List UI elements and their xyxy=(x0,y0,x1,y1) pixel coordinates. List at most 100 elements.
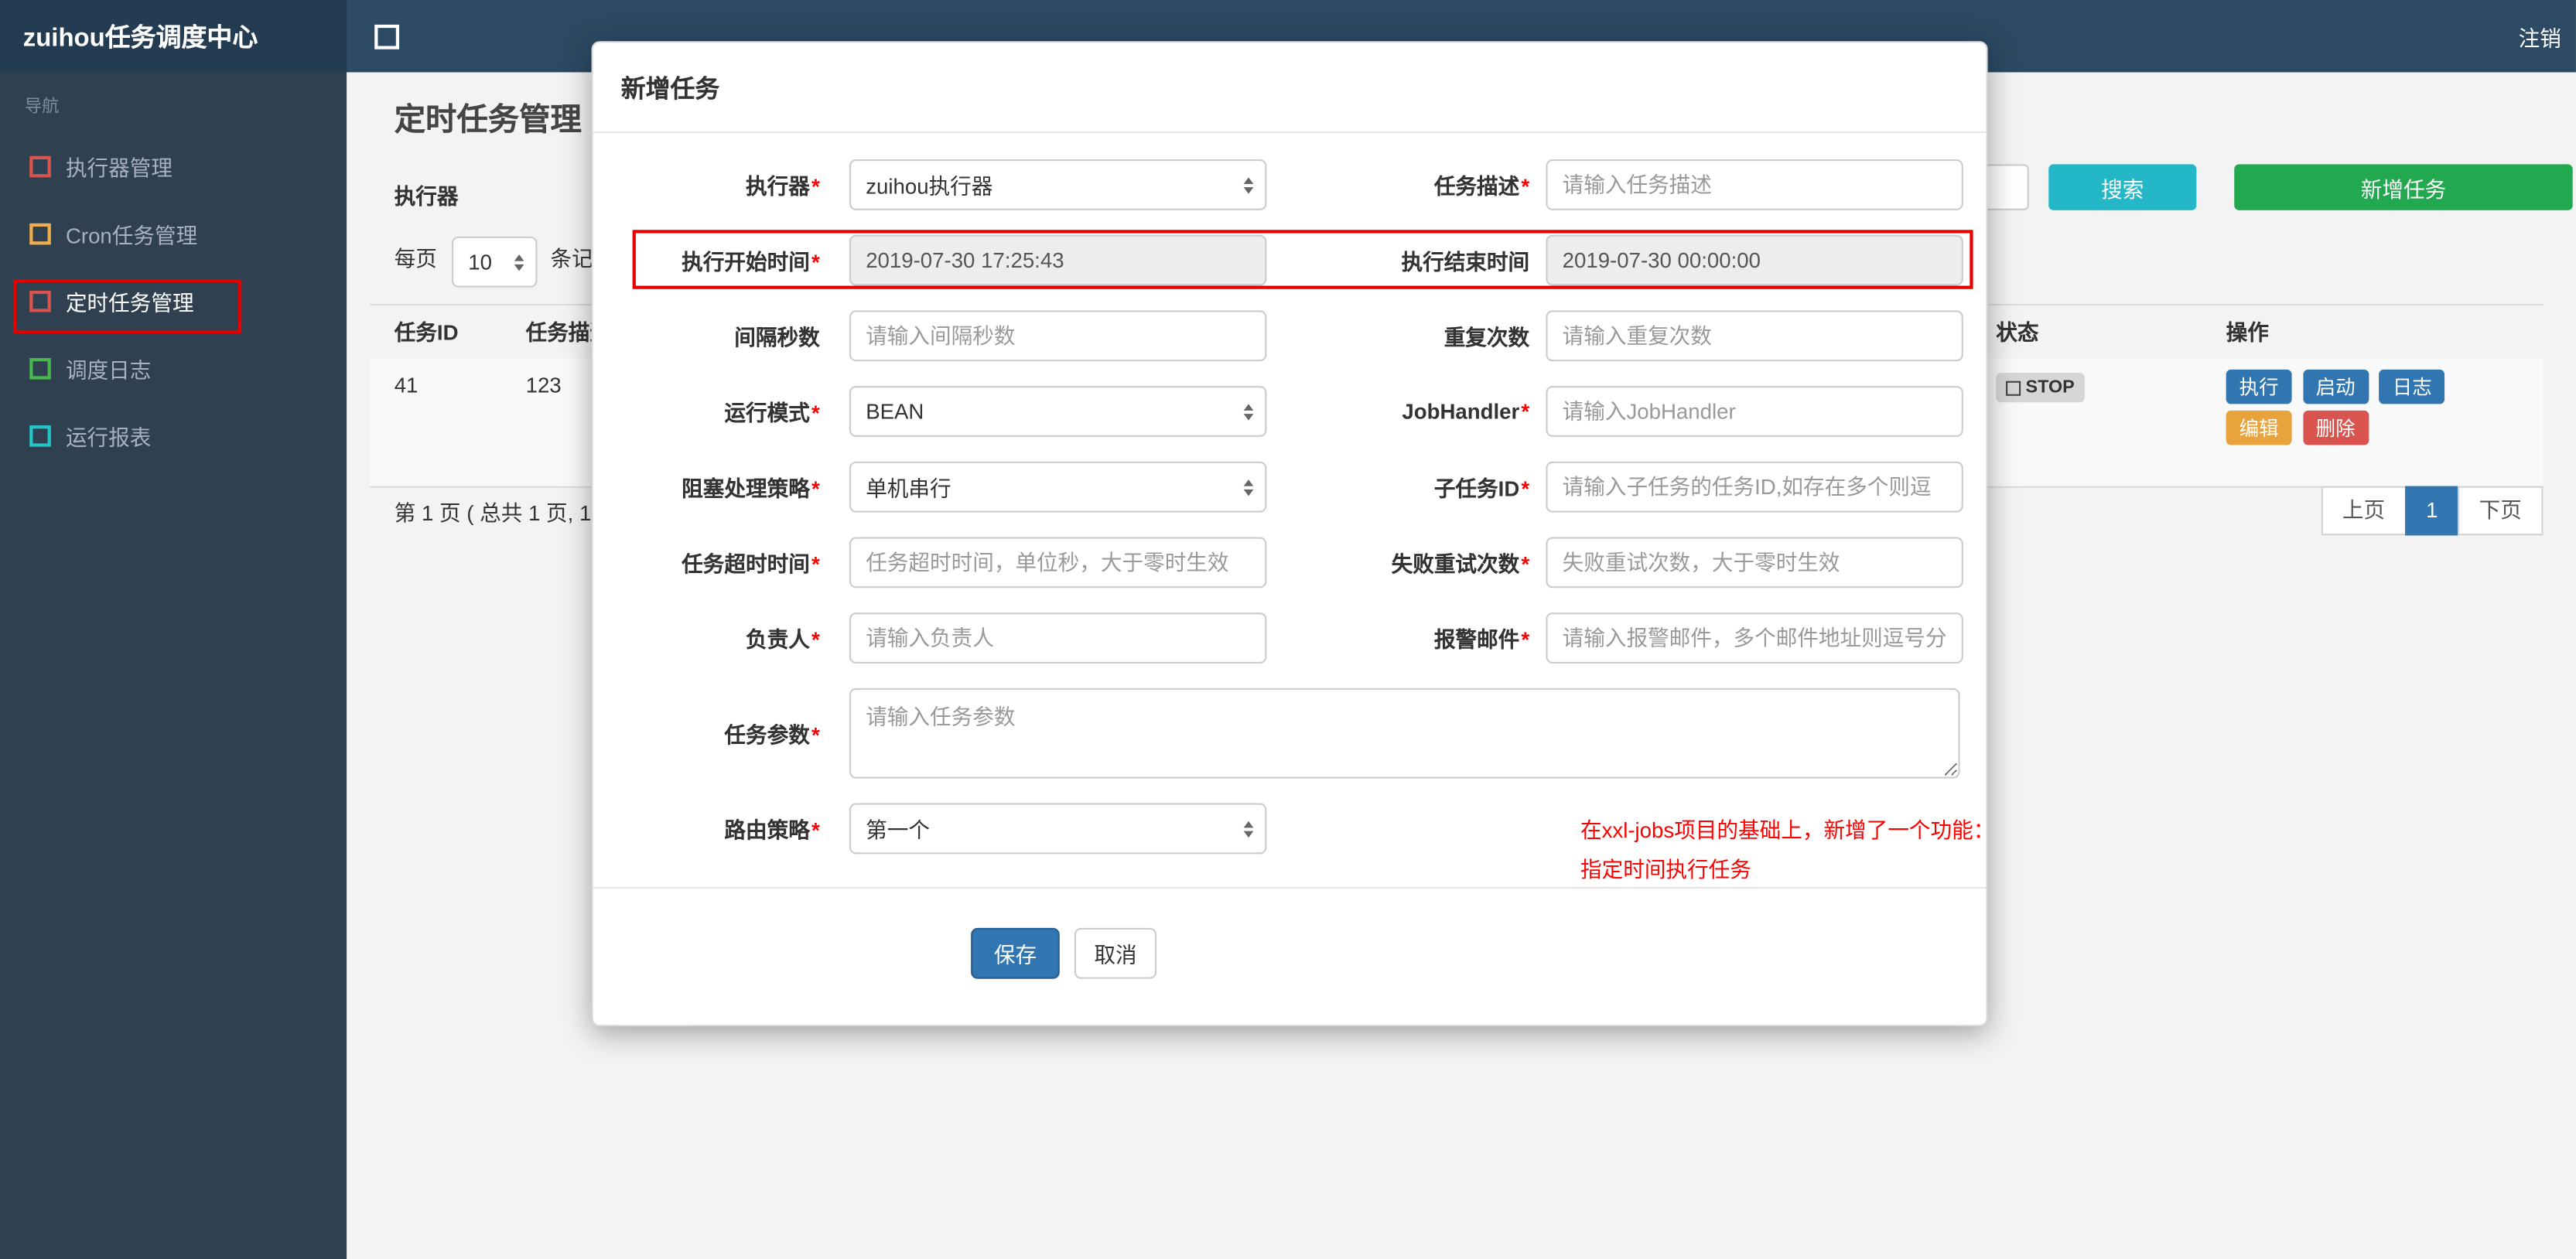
next-page-button[interactable]: 下页 xyxy=(2458,486,2544,536)
timeout-input[interactable] xyxy=(849,537,1267,589)
sidebar-nav: 执行器管理 Cron任务管理 定时任务管理 调度日志 运行报表 xyxy=(0,133,347,469)
alarm-email-input[interactable] xyxy=(1546,612,1963,664)
per-page-value: 10 xyxy=(468,249,492,275)
cancel-button[interactable]: 取消 xyxy=(1074,927,1157,979)
interval-label: 间隔秒数 xyxy=(734,325,820,350)
prev-page-button[interactable]: 上页 xyxy=(2321,486,2407,536)
feature-note-line2: 指定时间执行任务 xyxy=(1580,857,1751,882)
cell-job-id: 41 xyxy=(394,373,419,397)
alarm-email-label: 报警邮件 * xyxy=(1433,627,1530,653)
start-button[interactable]: 启动 xyxy=(2302,369,2369,404)
per-page-label: 每页 xyxy=(394,246,437,271)
execute-button[interactable]: 执行 xyxy=(2226,369,2292,404)
sidebar-item-label: 定时任务管理 xyxy=(65,290,194,316)
select-arrows-icon xyxy=(514,254,524,271)
save-button[interactable]: 保存 xyxy=(971,927,1060,979)
add-job-modal: 新增任务 执行器* zuihou执行器 任务描述* 执行开始时间* 执行结束时间 xyxy=(591,41,1994,1027)
form-row-executor-desc: 执行器 * zuihou执行器 任务描述 * xyxy=(620,159,1963,210)
job-handler-label: JobHandler * xyxy=(1402,399,1530,424)
repeat-count-input[interactable] xyxy=(1546,310,1963,362)
modal-body: 执行器* zuihou执行器 任务描述* 执行开始时间* 执行结束时间 间隔秒数… xyxy=(593,133,1994,882)
sidebar-item-label: 执行器管理 xyxy=(65,155,173,181)
select-arrows-icon xyxy=(1243,479,1254,496)
pagination-summary: 第 1 页 ( 总共 1 页, 1 xyxy=(394,500,592,526)
job-param-label: 任务参数 * xyxy=(724,722,820,748)
run-mode-select-value: BEAN xyxy=(866,399,924,424)
job-desc-label: 任务描述 * xyxy=(1433,174,1530,199)
sidebar-toggle-icon[interactable] xyxy=(374,23,400,49)
executor-filter-label: 执行器 xyxy=(394,183,459,209)
job-desc-input[interactable] xyxy=(1546,159,1963,210)
owner-label: 负责人 * xyxy=(745,627,820,653)
modal-footer: 保存 取消 xyxy=(593,886,1987,1025)
nav-section-label: 导航 xyxy=(24,97,60,117)
form-row-block-childjob: 阻塞处理策略 * 单机串行 子任务ID * xyxy=(620,461,1963,513)
form-row-route-strategy: 路由策略 * 第一个 在xxl-jobs项目的基础上，新增了一个功能： 指定时间执… xyxy=(620,803,1994,882)
square-icon xyxy=(29,155,51,178)
end-time-input[interactable] xyxy=(1546,234,1963,286)
form-row-owner-email: 负责人* 报警邮件* xyxy=(620,612,1963,664)
square-icon xyxy=(29,425,51,447)
feature-note: 在xxl-jobs项目的基础上，新增了一个功能： 指定时间执行任务 xyxy=(1580,811,2011,890)
sidebar-item-label: 运行报表 xyxy=(65,425,152,450)
modal-header: 新增任务 xyxy=(593,43,1987,134)
search-button[interactable]: 搜索 xyxy=(2048,164,2197,210)
sidebar-item-timed-job-manage[interactable]: 定时任务管理 xyxy=(0,268,347,335)
select-arrows-icon xyxy=(1243,820,1254,838)
executor-select[interactable]: zuihou执行器 xyxy=(849,159,1267,210)
end-time-label: 执行结束时间 xyxy=(1401,249,1530,275)
route-strategy-select-value: 第一个 xyxy=(866,817,931,843)
timeout-label: 任务超时时间 * xyxy=(682,551,820,577)
logout-link[interactable]: 注销 xyxy=(2519,21,2561,52)
block-strategy-label: 阻塞处理策略 * xyxy=(682,476,820,501)
modal-title: 新增任务 xyxy=(620,74,720,103)
delete-button[interactable]: 删除 xyxy=(2302,410,2369,445)
sidebar-item-executor-manage[interactable]: 执行器管理 xyxy=(0,133,347,200)
pager: 上页 1 下页 xyxy=(2321,486,2544,536)
run-mode-label: 运行模式 * xyxy=(724,401,820,426)
square-icon xyxy=(29,357,51,380)
start-time-label: 执行开始时间 * xyxy=(682,249,820,275)
sidebar-item-label: 调度日志 xyxy=(65,357,152,383)
add-job-button[interactable]: 新增任务 xyxy=(2234,164,2573,210)
repeat-count-label: 重复次数 xyxy=(1443,325,1530,350)
child-job-id-label: 子任务ID * xyxy=(1433,476,1530,501)
select-arrows-icon xyxy=(1243,403,1254,420)
job-param-textarea[interactable] xyxy=(849,688,1960,779)
stop-icon xyxy=(2006,380,2021,395)
cell-actions: 执行 启动 日志 编辑 删除 xyxy=(2226,369,2450,452)
feature-note-line1: 在xxl-jobs项目的基础上，新增了一个功能： xyxy=(1580,817,1995,843)
block-strategy-select-value: 单机串行 xyxy=(866,476,951,501)
app-brand: zuihou任务调度中心 xyxy=(0,0,347,73)
column-header-actions: 操作 xyxy=(2226,320,2269,345)
block-strategy-select[interactable]: 单机串行 xyxy=(849,461,1267,513)
owner-input[interactable] xyxy=(849,612,1267,664)
route-strategy-select[interactable]: 第一个 xyxy=(849,803,1267,855)
form-row-interval-repeat: 间隔秒数 重复次数 xyxy=(620,310,1963,362)
sidebar-item-run-report[interactable]: 运行报表 xyxy=(0,402,347,469)
column-header-status: 状态 xyxy=(1996,320,2039,345)
form-row-job-param: 任务参数 * xyxy=(620,688,1960,779)
form-row-timeout-retry: 任务超时时间* 失败重试次数* xyxy=(620,537,1963,589)
select-arrows-icon xyxy=(1243,176,1254,193)
sidebar-item-dispatch-log[interactable]: 调度日志 xyxy=(0,335,347,402)
job-handler-input[interactable] xyxy=(1546,386,1963,437)
start-time-input[interactable] xyxy=(849,234,1267,286)
sidebar-item-cron-job-manage[interactable]: Cron任务管理 xyxy=(0,200,347,268)
form-row-time-range: 执行开始时间* 执行结束时间 xyxy=(620,230,1973,289)
executor-select-value: zuihou执行器 xyxy=(866,174,993,199)
square-icon xyxy=(29,223,51,245)
current-page-button[interactable]: 1 xyxy=(2404,486,2460,536)
route-strategy-label: 路由策略 * xyxy=(724,817,820,843)
status-text: STOP xyxy=(2025,377,2075,397)
per-page-select[interactable]: 10 xyxy=(452,236,538,288)
log-button[interactable]: 日志 xyxy=(2379,369,2445,404)
sidebar: 导航 执行器管理 Cron任务管理 定时任务管理 调度日志 运行报表 xyxy=(0,72,347,1259)
column-header-job-id: 任务ID xyxy=(394,320,459,345)
run-mode-select[interactable]: BEAN xyxy=(849,386,1267,437)
fail-retry-input[interactable] xyxy=(1546,537,1963,589)
edit-button[interactable]: 编辑 xyxy=(2226,410,2292,445)
child-job-id-input[interactable] xyxy=(1546,461,1963,513)
interval-input[interactable] xyxy=(849,310,1267,362)
executor-label: 执行器 * xyxy=(745,174,820,199)
